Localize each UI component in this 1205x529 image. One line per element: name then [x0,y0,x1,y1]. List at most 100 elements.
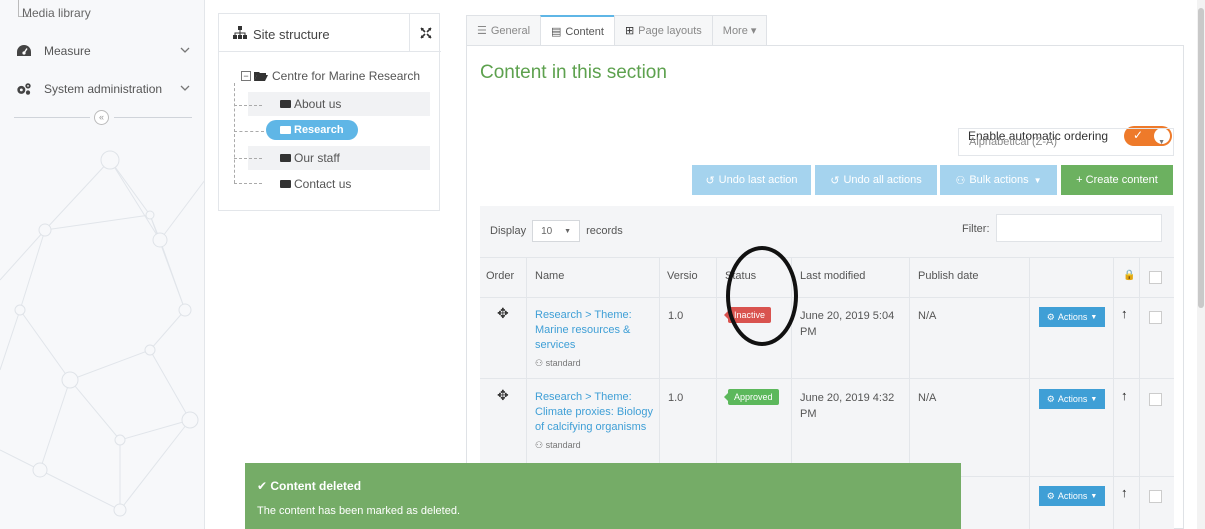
content-type-label: standard [545,358,581,368]
notification-toast: ✔ Content deleted The content has been m… [245,463,961,529]
column-header-order[interactable]: Order [486,270,514,282]
chevron-down-icon: ▼ [1158,139,1165,146]
users-icon: ⚇ [955,174,966,187]
check-circle-icon: ✔ [257,479,271,493]
row-actions-button[interactable]: ⚙ Actions ▼ [1039,307,1105,327]
display-records-control: Display 10 ▼ records [490,220,623,242]
arrow-up-icon[interactable]: ↑ [1121,306,1128,321]
column-divider [1139,257,1140,529]
tab-label: Page layouts [638,24,702,37]
arrow-up-icon[interactable]: ↑ [1121,485,1128,500]
table-cell-publish-date: N/A [918,310,937,322]
folder-icon [280,126,291,134]
display-label: Display [490,225,527,237]
undo-all-actions-button[interactable]: ↺ Undo all actions [815,165,937,195]
tree-line [234,105,262,106]
content-name-link[interactable]: Research > Theme: Climate proxies: Biolo… [535,390,653,435]
gears-icon [16,81,32,97]
sidebar-item-measure[interactable]: Measure [0,36,204,66]
records-label: records [586,225,623,237]
records-per-page-select[interactable]: 10 ▼ [532,220,581,242]
drag-handle-icon[interactable]: ✥ [497,387,509,404]
content-name-link[interactable]: Research > Theme: Marine resources & ser… [535,308,653,353]
tree-node-contact-us[interactable]: Contact us [280,174,351,194]
row-actions-button[interactable]: ⚙ Actions ▼ [1039,486,1105,506]
tab-label: General [490,24,531,37]
folder-icon [280,154,291,162]
content-type: ⚇ standard [535,437,653,453]
tab-content[interactable]: ▤ Content [540,15,615,46]
column-header-last-modified[interactable]: Last modified [800,270,865,282]
chevron-down-icon [180,85,190,91]
table-cell-publish-date: N/A [918,392,937,404]
tree-node-label: Our staff [294,151,340,165]
expand-icon [419,27,432,39]
tree-line [234,131,264,132]
content-type: ⚇ standard [535,355,653,371]
annotation-circle [726,246,798,346]
undo-last-action-button[interactable]: ↺ Undo last action [692,165,811,195]
column-header-publish-date[interactable]: Publish date [918,270,979,282]
sidebar-item-media-library[interactable]: Media library [22,6,91,20]
users-icon: ⚇ [535,440,546,450]
filter-label: Filter: [962,223,990,235]
toast-title-text: Content deleted [270,479,362,493]
gear-icon: ⚙ [1046,311,1055,322]
site-structure-header: Site structure [219,14,441,52]
tree-line [234,158,262,159]
chevron-down-icon: ▼ [1033,175,1042,185]
expand-button[interactable] [409,14,441,52]
tab-more[interactable]: More ▾ [711,15,768,45]
sidebar-item-system-administration[interactable]: System administration [0,74,204,104]
collapse-node-icon[interactable]: − [241,71,251,81]
row-checkbox[interactable] [1149,311,1162,324]
column-header-version[interactable]: Versio [667,270,698,282]
tree-node-our-staff[interactable]: Our staff [280,148,340,168]
page-title: Content in this section [480,62,667,83]
undo-icon: ↺ [705,174,715,187]
column-header-name[interactable]: Name [535,270,564,282]
dashboard-icon [16,43,32,59]
toast-message: The content has been marked as deleted. [257,505,461,517]
tab-general[interactable]: ☰ General [466,15,542,45]
tree-node-root[interactable]: − Centre for Marine Research [241,66,420,86]
records-per-page-value: 10 [541,225,553,237]
tab-label: Content [565,25,604,38]
table-cell-name: Research > Theme: Climate proxies: Biolo… [535,390,653,453]
folder-open-icon [254,72,268,81]
drag-handle-icon[interactable]: ✥ [497,305,509,322]
sliders-icon: ☰ [477,25,487,37]
ordering-select[interactable]: Alphabetical (Z-A) ▼ [958,128,1174,156]
tab-page-layouts[interactable]: ⊞ Page layouts [613,15,713,45]
tree-node-label: About us [294,97,342,111]
tree-node-research[interactable]: Research [266,120,358,140]
table-cell-name: Research > Theme: Marine resources & ser… [535,308,653,371]
tree-node-label: Contact us [294,177,352,191]
document-icon: ▤ [551,26,562,38]
gear-icon: ⚙ [1046,393,1055,404]
chevron-down-icon: ▼ [1090,395,1098,403]
row-checkbox[interactable] [1149,393,1162,406]
tree-node-about-us[interactable]: About us [280,94,341,114]
row-checkbox[interactable] [1149,490,1162,503]
site-structure-title: Site structure [253,27,330,42]
gear-icon: ⚙ [1046,490,1055,501]
table-cell-last-modified: June 20, 2019 5:04 PM [800,310,895,338]
create-content-button[interactable]: + Create content [1061,165,1173,195]
chevron-down-icon: ▼ [564,227,572,235]
tree-line [234,183,262,184]
select-all-checkbox[interactable] [1149,271,1162,284]
undo-icon: ↺ [830,174,840,187]
filter-input[interactable] [996,214,1162,242]
button-label: Actions [1057,312,1088,322]
toast-title: ✔ Content deleted [257,479,361,493]
row-actions-button[interactable]: ⚙ Actions ▼ [1039,389,1105,409]
table-divider [480,257,1174,258]
arrow-up-icon[interactable]: ↑ [1121,388,1128,403]
button-label: Undo all actions [843,174,922,186]
page-scrollbar-thumb[interactable] [1198,8,1204,308]
tab-label: More ▾ [722,25,757,37]
status-badge: Approved [724,389,779,405]
column-divider [1029,257,1030,529]
bulk-actions-button[interactable]: ⚇ Bulk actions ▼ [940,165,1057,195]
